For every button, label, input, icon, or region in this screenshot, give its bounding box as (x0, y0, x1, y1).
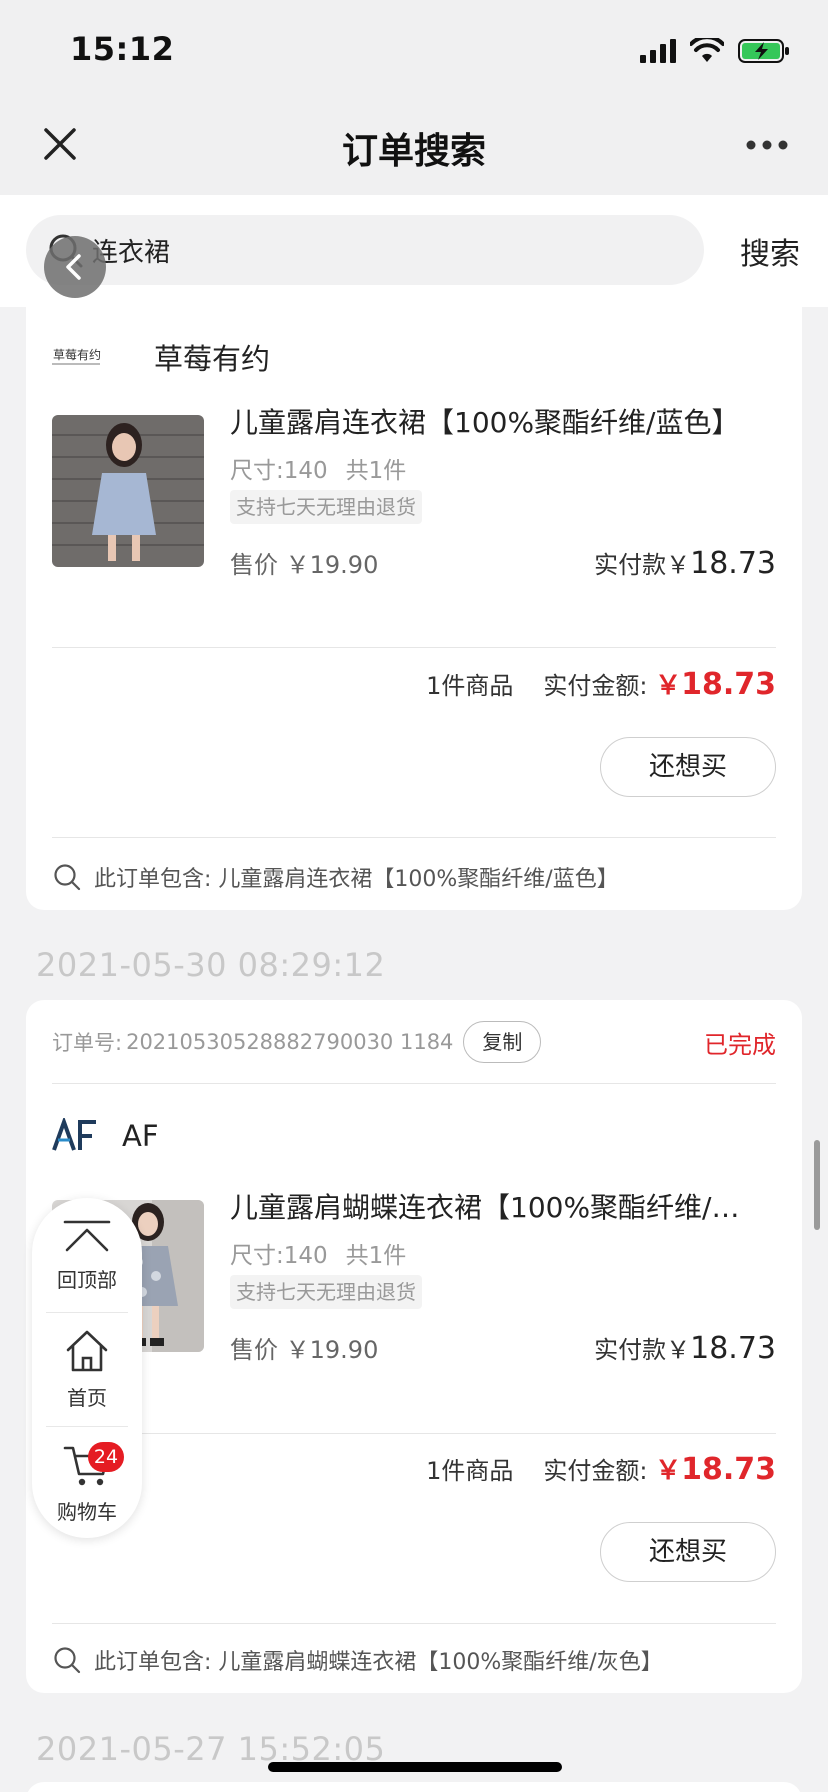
product-price: 售价 ￥19.90 (230, 1336, 379, 1364)
order-contains-row[interactable]: 此订单包含: 儿童露肩连衣裙【100%聚酯纤维/蓝色】 (52, 857, 776, 897)
rebuy-button[interactable]: 还想买 (600, 737, 776, 797)
page-title: 订单搜索 (341, 131, 486, 172)
next-order-card (26, 1782, 802, 1792)
order-status: 已完成 (704, 1030, 776, 1059)
copy-button[interactable]: 复制 (463, 1021, 542, 1063)
product-paid: 实付款￥18.73 (594, 1330, 776, 1366)
total-label: 实付金额: (543, 1457, 648, 1485)
order-contains-row[interactable]: 此订单包含: 儿童露肩蝴蝶连衣裙【100%聚酯纤维/灰色】 (52, 1640, 776, 1680)
search-icon (54, 1647, 81, 1674)
currency: ￥ (655, 671, 682, 701)
return-policy-tag: 支持七天无理由退货 (230, 490, 422, 524)
af-logo-icon (52, 1118, 96, 1151)
return-policy-tag: 支持七天无理由退货 (230, 1275, 422, 1309)
home-button[interactable]: 首页 (32, 1328, 142, 1411)
item-count: 1件商品 (426, 1457, 514, 1485)
app-root: 15:12 订单搜索 连衣裙 搜索 草莓有约 草莓有约 儿童露肩连衣裙【100%… (0, 0, 828, 1792)
amount: 18.73 (681, 1452, 776, 1487)
search-box[interactable] (26, 215, 704, 285)
wifi-icon (690, 38, 724, 62)
cart-button[interactable]: 24 购物车 (32, 1442, 142, 1525)
total-group: 实付金额: ￥18.73 (543, 665, 776, 702)
search-button[interactable]: 搜索 (740, 229, 800, 273)
product-thumbnail[interactable] (52, 415, 204, 567)
rebuy-button[interactable]: 还想买 (600, 1522, 776, 1582)
order-number-label: 订单号: (52, 1031, 123, 1055)
divider (52, 647, 776, 648)
status-icons (640, 38, 790, 64)
back-to-top-icon (63, 1220, 111, 1252)
nav-bar: 订单搜索 (0, 100, 828, 195)
total-amount: ￥18.73 (655, 1452, 776, 1487)
paid-label: 实付款￥ (594, 1336, 691, 1364)
total-group: 实付金额: ￥18.73 (543, 1450, 776, 1487)
shop-name: 草莓有约 (154, 342, 271, 376)
order-card: 草莓有约 草莓有约 儿童露肩连衣裙【100%聚酯纤维/蓝色】 尺寸:140 共1… (26, 307, 802, 910)
product-title[interactable]: 儿童露肩连衣裙【100%聚酯纤维/蓝色】 (230, 401, 778, 441)
back-to-top-button[interactable]: 回顶部 (32, 1216, 142, 1293)
divider (46, 1312, 128, 1313)
product-qty: 共1件 (345, 1243, 407, 1269)
shop-name: AF (122, 1119, 159, 1153)
search-input[interactable] (92, 215, 652, 285)
scrollbar[interactable] (814, 1140, 820, 1230)
order-summary: 1件商品 实付金额: ￥18.73 (426, 665, 776, 702)
search-bar: 搜索 (0, 195, 828, 307)
product-qty: 共1件 (345, 458, 407, 484)
total-label: 实付金额: (543, 672, 648, 700)
divider (46, 1426, 128, 1427)
product-size: 尺寸:140 (230, 458, 328, 484)
product-spec: 尺寸:140 共1件 (230, 1236, 406, 1270)
total-amount: ￥18.73 (655, 667, 776, 702)
contains-text: 此订单包含: 儿童露肩蝴蝶连衣裙【100%聚酯纤维/灰色】 (94, 1650, 663, 1675)
paid-amount: 18.73 (690, 546, 776, 581)
shop-row[interactable]: 草莓有约 草莓有约 (52, 337, 270, 377)
status-time: 15:12 (70, 30, 175, 68)
product-spec: 尺寸:140 共1件 (230, 451, 406, 485)
order-number: 20210530528882790030 1184 (126, 1030, 454, 1054)
floating-quick-nav: 回顶部 首页 24 购物车 (32, 1198, 142, 1538)
order-date: 2021-05-30 08:29:12 (36, 946, 386, 984)
status-bar: 15:12 (0, 0, 828, 100)
search-icon (54, 864, 81, 891)
product-price: 售价 ￥19.90 (230, 551, 379, 579)
back-button[interactable] (44, 236, 106, 298)
item-count: 1件商品 (426, 672, 514, 700)
home-label: 首页 (67, 1386, 107, 1410)
product-size: 尺寸:140 (230, 1243, 328, 1269)
shop-logo: 草莓有约 (52, 349, 142, 365)
contains-text: 此订单包含: 儿童露肩连衣裙【100%聚酯纤维/蓝色】 (94, 867, 619, 892)
amount: 18.73 (681, 667, 776, 702)
chevron-left-icon (66, 254, 81, 280)
home-indicator[interactable] (268, 1762, 562, 1772)
divider (52, 837, 776, 838)
more-icon[interactable] (744, 138, 790, 152)
currency: ￥ (655, 1456, 682, 1486)
cart-label: 购物车 (57, 1500, 117, 1524)
back-to-top-label: 回顶部 (57, 1268, 117, 1292)
paid-label: 实付款￥ (594, 551, 691, 579)
divider (52, 1433, 776, 1434)
home-icon (66, 1330, 108, 1372)
order-header: 订单号: 20210530528882790030 1184 复制 已完成 (52, 1020, 776, 1064)
cart-count-badge: 24 (88, 1442, 124, 1472)
shop-row[interactable]: AF (52, 1116, 159, 1156)
product-title[interactable]: 儿童露肩蝴蝶连衣裙【100%聚酯纤维/… (230, 1186, 778, 1226)
battery-charging-icon (738, 39, 789, 63)
divider (52, 1623, 776, 1624)
divider (52, 1083, 776, 1084)
product-paid: 实付款￥18.73 (594, 545, 776, 581)
order-card: 订单号: 20210530528882790030 1184 复制 已完成 AF (26, 1000, 802, 1693)
signal-icon (640, 39, 676, 63)
dress-photo-blue (52, 415, 204, 567)
order-summary: 1件商品 实付金额: ￥18.73 (426, 1450, 776, 1487)
paid-amount: 18.73 (690, 1331, 776, 1366)
